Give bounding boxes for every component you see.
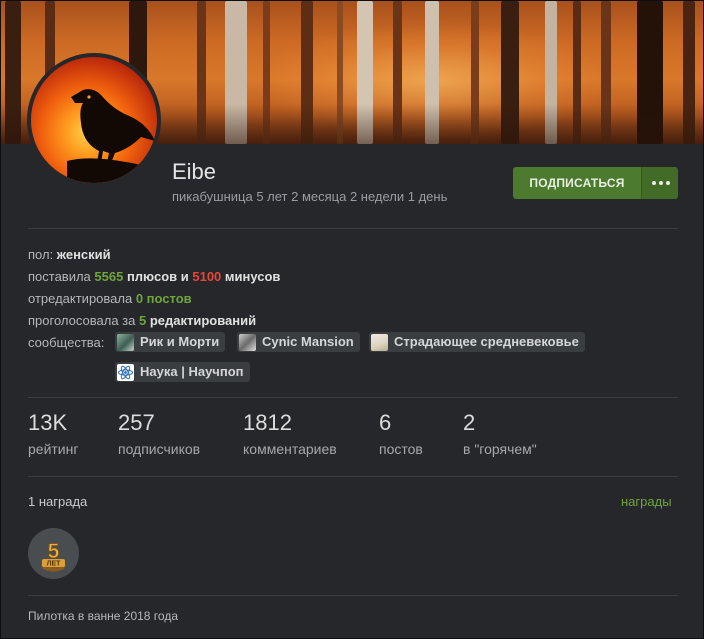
stat-hot-value[interactable]: 2 [463, 410, 475, 436]
gender-value: женский [56, 247, 111, 262]
avatar[interactable] [27, 53, 161, 187]
subscribe-button[interactable]: ПОДПИСАТЬСЯ [513, 167, 641, 199]
gender-line: пол: женский [28, 247, 111, 262]
community-chip-medieval[interactable]: Страдающее средневековье [369, 332, 585, 352]
medieval-icon [371, 334, 388, 351]
ratings-given-line: поставила 5565 плюсов и 5100 минусов [28, 269, 281, 284]
community-chip-science[interactable]: Наука | Научпоп [115, 362, 250, 382]
awards-link[interactable]: награды [621, 494, 672, 509]
stat-posts-value[interactable]: 6 [379, 410, 391, 436]
profile-note: Пилотка в ванне 2018 года [28, 609, 179, 623]
divider [28, 228, 678, 229]
awards-count: 1 награда [28, 494, 88, 509]
divider [28, 476, 678, 477]
community-chip-rick-and-morty[interactable]: Рик и Морти [115, 332, 226, 352]
stat-rating-label: рейтинг [28, 441, 79, 457]
community-chip-cynic-mansion[interactable]: Cynic Mansion [237, 332, 360, 352]
communities-label: сообщества: [28, 335, 105, 350]
atom-icon [117, 364, 134, 381]
profile-username: Eibe [172, 159, 217, 184]
edited-value: 0 постов [135, 291, 192, 306]
badge-sub: ЛЕТ [47, 561, 62, 568]
stat-subscribers-value[interactable]: 257 [118, 410, 155, 436]
stat-comments-value[interactable]: 1812 [243, 410, 292, 436]
divider [28, 595, 678, 596]
profile-card: Eibe пикабушница 5 лет 2 месяца 2 недели… [0, 0, 704, 639]
more-dots-icon[interactable] [641, 167, 678, 199]
stat-subscribers-label[interactable]: подписчиков [118, 441, 200, 457]
five-years-badge-icon[interactable]: 5 ЛЕТ [28, 528, 79, 579]
stat-posts-label[interactable]: постов [379, 441, 423, 457]
bird-silhouette-icon [67, 89, 157, 183]
edited-line: отредактировала 0 постов [28, 291, 192, 306]
profile-member-since: пикабушница 5 лет 2 месяца 2 недели 1 де… [172, 189, 448, 204]
voted-line: проголосовала за 5 редактирований [28, 313, 257, 328]
minus-count: 5100 [192, 269, 222, 284]
plus-count: 5565 [94, 269, 124, 284]
stat-comments-label[interactable]: комментариев [243, 441, 337, 457]
rick-and-morty-icon [117, 334, 134, 351]
cynic-mansion-icon [239, 334, 256, 351]
stat-rating-value: 13K [28, 410, 68, 435]
divider [28, 397, 678, 398]
stat-hot-label[interactable]: в "горячем" [463, 441, 537, 457]
